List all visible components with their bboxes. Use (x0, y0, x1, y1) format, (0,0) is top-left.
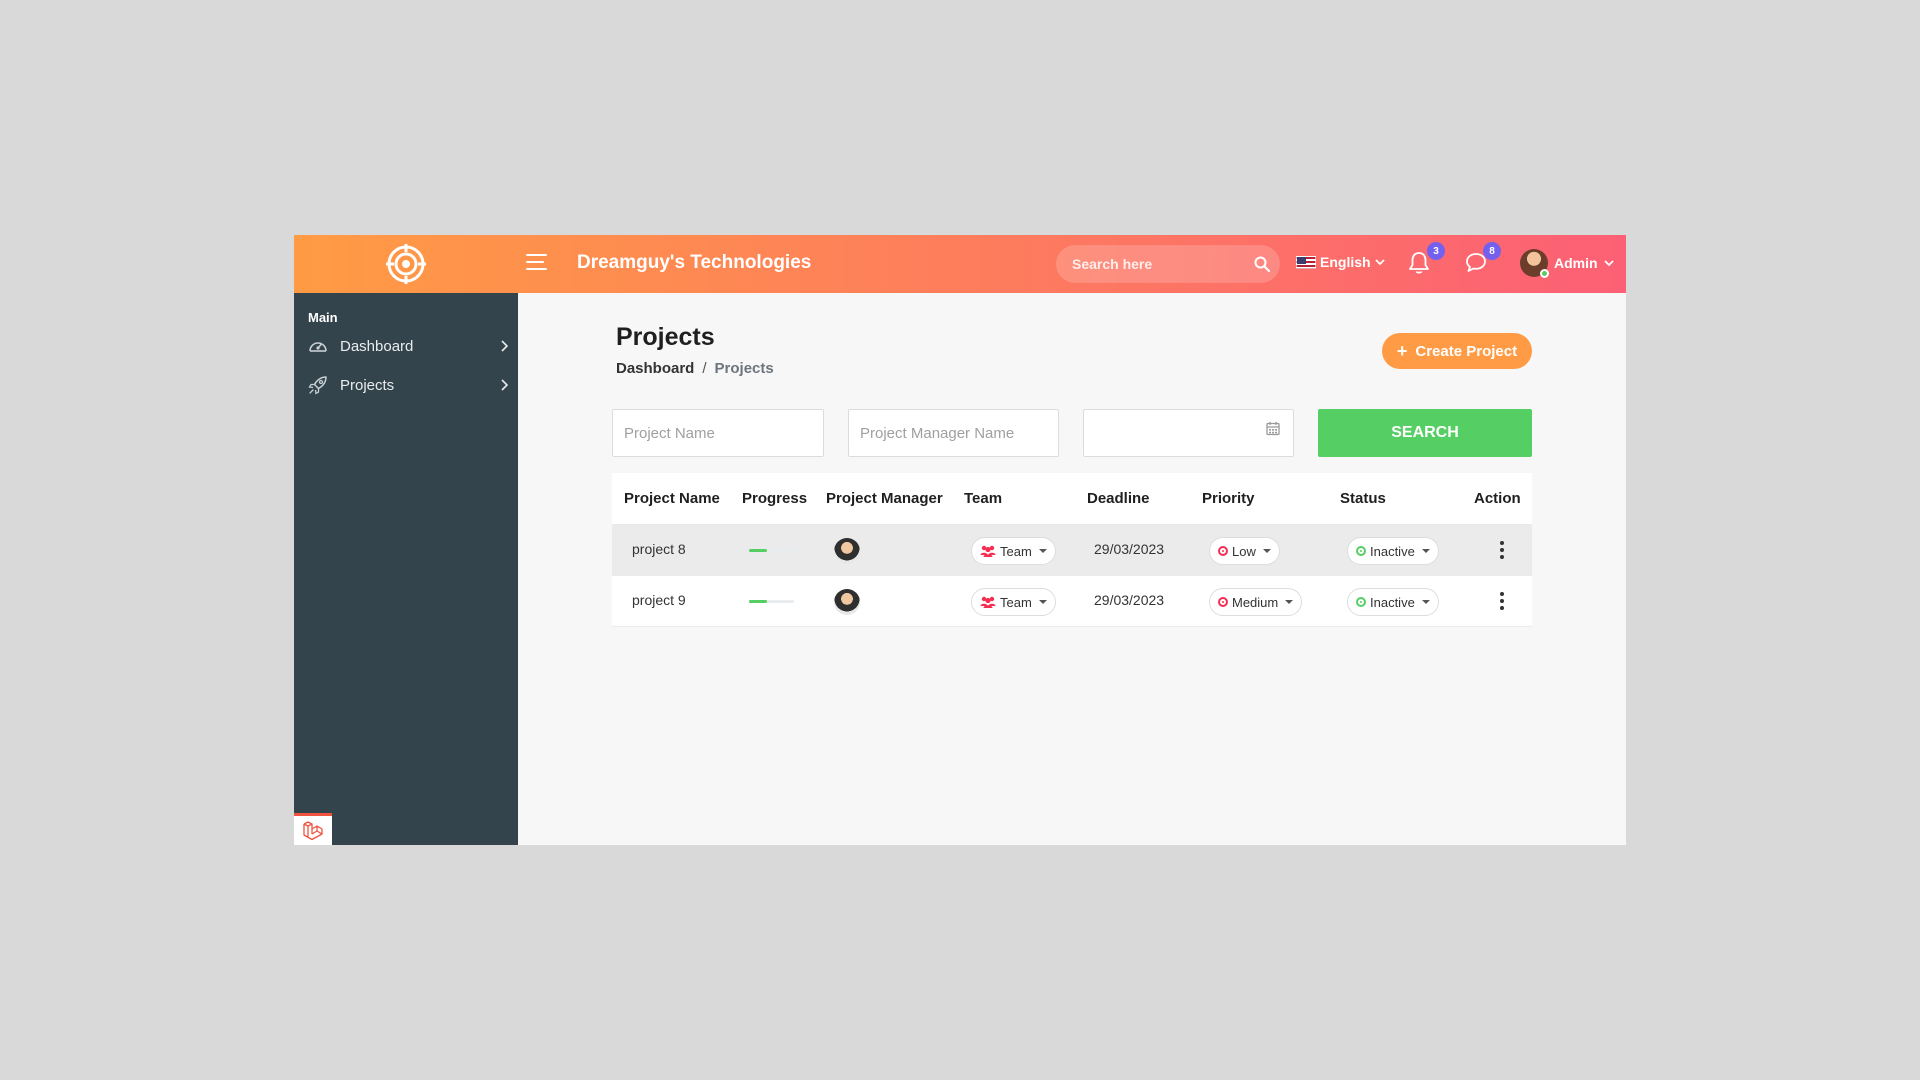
app-window: Dreamguy's Technologies English 3 8 (294, 235, 1626, 845)
team-dropdown[interactable]: Team (971, 537, 1056, 565)
search-button[interactable]: SEARCH (1318, 409, 1532, 457)
search-input[interactable] (1056, 245, 1280, 283)
caret-down-icon (1038, 549, 1047, 553)
team-label: Team (1000, 543, 1032, 559)
sidebar-item-dashboard[interactable]: Dashboard (308, 329, 508, 363)
sidebar-section-title: Main (308, 310, 338, 325)
sidebar: Main Dashboard Projects (294, 293, 518, 845)
calendar-icon[interactable] (1266, 421, 1280, 436)
column-header-team: Team (964, 490, 1003, 507)
plus-icon: + (1396, 341, 1408, 361)
column-header-project-name: Project Name (624, 490, 720, 507)
sidebar-item-label: Projects (340, 376, 395, 394)
progress-bar-fill (749, 600, 767, 603)
top-header: Dreamguy's Technologies English 3 8 (294, 235, 1626, 293)
status-dot-icon (1356, 546, 1366, 556)
laravel-logo-icon (303, 820, 323, 840)
status-dropdown[interactable]: Inactive (1347, 588, 1439, 616)
priority-label: Medium (1232, 594, 1279, 610)
caret-down-icon (1421, 549, 1430, 553)
users-icon (980, 545, 996, 557)
project-manager-avatar[interactable] (834, 538, 860, 564)
breadcrumb-current: Projects (714, 360, 774, 377)
status-label: Inactive (1370, 543, 1415, 559)
projects-table: Project Name Progress Project Manager Te… (612, 473, 1532, 627)
caret-down-icon (1421, 600, 1430, 604)
status-dropdown[interactable]: Inactive (1347, 537, 1439, 565)
caret-down-icon (1038, 600, 1047, 604)
breadcrumb: Dashboard / Projects (616, 360, 774, 377)
priority-dropdown[interactable]: Medium (1209, 588, 1303, 616)
deadline-value: 29/03/2023 (1094, 541, 1165, 557)
sidebar-item-projects[interactable]: Projects (308, 368, 508, 402)
target-logo-icon (386, 244, 426, 284)
deadline-value: 29/03/2023 (1094, 592, 1165, 608)
project-manager-avatar[interactable] (834, 589, 860, 615)
chevron-down-icon (1374, 259, 1385, 266)
table-row: project 9 Team 29/03/2023 Medium Inactiv… (612, 576, 1532, 627)
kebab-menu-icon[interactable] (1496, 539, 1508, 561)
language-label: English (1320, 254, 1371, 270)
column-header-status: Status (1340, 490, 1386, 507)
project-name-field[interactable] (612, 409, 824, 457)
priority-dropdown[interactable]: Low (1209, 537, 1280, 565)
breadcrumb-separator: / (702, 360, 707, 377)
users-icon (980, 596, 996, 608)
column-header-priority: Priority (1202, 490, 1255, 507)
hamburger-icon[interactable] (526, 254, 548, 274)
caret-down-icon (1285, 600, 1294, 604)
rocket-icon (308, 376, 327, 395)
column-header-deadline: Deadline (1087, 490, 1150, 507)
bell-icon (1409, 252, 1429, 274)
column-header-progress: Progress (742, 490, 808, 507)
sidebar-item-label: Dashboard (340, 337, 414, 355)
language-dropdown[interactable]: English (1296, 254, 1385, 270)
logo[interactable] (294, 235, 518, 293)
chevron-down-icon (1603, 260, 1614, 267)
chevron-right-icon (501, 340, 508, 352)
online-status-dot (1540, 269, 1549, 278)
priority-dot-icon (1218, 597, 1228, 607)
table-row: project 8 Team 29/03/2023 Low Inactive (612, 525, 1532, 576)
user-name: Admin (1554, 255, 1598, 271)
progress-bar-fill (749, 549, 767, 552)
messages-button[interactable]: 8 (1464, 242, 1501, 275)
search-icon[interactable] (1254, 256, 1270, 272)
notifications-button[interactable]: 3 (1408, 242, 1445, 275)
us-flag-icon (1296, 255, 1316, 269)
chevron-right-icon (501, 379, 508, 391)
table-header: Project Name Progress Project Manager Te… (612, 473, 1532, 525)
dashboard-gauge-icon (309, 342, 327, 352)
kebab-menu-icon[interactable] (1496, 590, 1508, 612)
create-project-button[interactable]: + Create Project (1382, 333, 1532, 369)
user-menu[interactable]: Admin (1520, 249, 1614, 278)
team-label: Team (1000, 594, 1032, 610)
deadline-date-field[interactable] (1083, 409, 1294, 457)
breadcrumb-home-link[interactable]: Dashboard (616, 360, 694, 377)
team-dropdown[interactable]: Team (971, 588, 1056, 616)
project-name-link[interactable]: project 8 (632, 541, 686, 557)
priority-label: Low (1232, 543, 1256, 559)
project-manager-name-field[interactable] (848, 409, 1059, 457)
company-name: Dreamguy's Technologies (577, 252, 812, 273)
priority-dot-icon (1218, 546, 1228, 556)
caret-down-icon (1262, 549, 1271, 553)
avatar (1520, 249, 1549, 278)
create-project-label: Create Project (1415, 342, 1518, 360)
progress-bar (749, 600, 794, 603)
project-name-link[interactable]: project 9 (632, 592, 686, 608)
progress-bar (749, 549, 794, 552)
notification-count-badge: 3 (1427, 242, 1445, 260)
header-search (1056, 245, 1280, 283)
laravel-debug-tab[interactable] (294, 813, 332, 845)
status-label: Inactive (1370, 594, 1415, 610)
column-header-action: Action (1474, 490, 1521, 507)
message-count-badge: 8 (1483, 242, 1501, 260)
page-title: Projects (616, 323, 715, 351)
status-dot-icon (1356, 597, 1366, 607)
column-header-project-manager: Project Manager (826, 490, 943, 507)
